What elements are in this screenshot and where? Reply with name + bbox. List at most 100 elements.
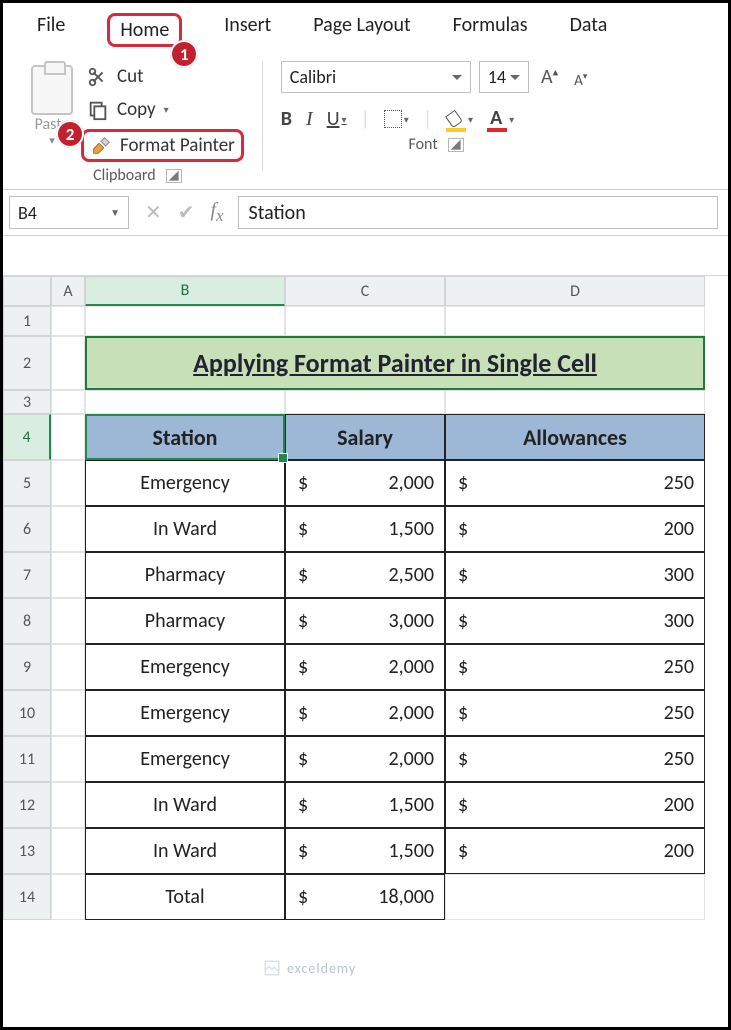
name-box[interactable]: B4▼ bbox=[9, 196, 129, 229]
cell[interactable] bbox=[51, 782, 85, 828]
row-header[interactable]: 5 bbox=[3, 460, 51, 506]
cell[interactable] bbox=[51, 336, 85, 390]
row-header[interactable]: 4 bbox=[3, 414, 51, 460]
cell-station[interactable]: In Ward bbox=[85, 828, 285, 874]
tab-file[interactable]: File bbox=[37, 13, 65, 47]
row-header[interactable]: 13 bbox=[3, 828, 51, 874]
cell-salary[interactable]: $2,000 bbox=[285, 736, 445, 782]
cell-station[interactable]: Emergency bbox=[85, 460, 285, 506]
cell-salary[interactable]: $1,500 bbox=[285, 828, 445, 874]
cell[interactable] bbox=[51, 506, 85, 552]
row-header[interactable]: 2 bbox=[3, 336, 51, 390]
cell[interactable] bbox=[51, 736, 85, 782]
tab-page-layout[interactable]: Page Layout bbox=[313, 13, 410, 47]
bold-button[interactable]: B bbox=[281, 107, 292, 131]
header-allowances[interactable]: Allowances bbox=[445, 414, 705, 460]
cell[interactable] bbox=[51, 306, 85, 336]
cell-allowances[interactable]: $300 bbox=[445, 552, 705, 598]
cell-station[interactable]: Emergency bbox=[85, 690, 285, 736]
cell[interactable] bbox=[51, 598, 85, 644]
dialog-launcher-icon[interactable]: ◢ bbox=[448, 138, 464, 152]
cell[interactable] bbox=[445, 390, 705, 414]
col-header-d[interactable]: D bbox=[445, 276, 705, 306]
cell-salary[interactable]: $2,500 bbox=[285, 552, 445, 598]
row-header[interactable]: 6 bbox=[3, 506, 51, 552]
cell[interactable] bbox=[445, 306, 705, 336]
cell[interactable] bbox=[51, 828, 85, 874]
row-header[interactable]: 9 bbox=[3, 644, 51, 690]
row-header[interactable]: 14 bbox=[3, 874, 51, 920]
row-header[interactable]: 3 bbox=[3, 390, 51, 414]
cell-salary[interactable]: $2,000 bbox=[285, 644, 445, 690]
cell[interactable] bbox=[285, 306, 445, 336]
cell-station[interactable]: Pharmacy bbox=[85, 598, 285, 644]
cell-allowances[interactable]: $200 bbox=[445, 828, 705, 874]
cell-salary[interactable]: $2,000 bbox=[285, 460, 445, 506]
row-header[interactable]: 12 bbox=[3, 782, 51, 828]
copy-button[interactable]: Copy ▾ bbox=[81, 96, 244, 123]
dialog-launcher-icon[interactable]: ◢ bbox=[166, 169, 182, 183]
fx-icon[interactable]: fx bbox=[211, 199, 224, 226]
col-header-c[interactable]: C bbox=[285, 276, 445, 306]
cell[interactable] bbox=[51, 460, 85, 506]
cell-total-label[interactable]: Total bbox=[85, 874, 285, 920]
cell-allowances[interactable]: $250 bbox=[445, 644, 705, 690]
tab-formulas[interactable]: Formulas bbox=[453, 13, 528, 47]
font-color-button[interactable]: ▾ bbox=[487, 109, 514, 129]
cell-allowances[interactable]: $200 bbox=[445, 506, 705, 552]
cut-button[interactable]: Cut bbox=[81, 63, 244, 90]
row-header[interactable]: 1 bbox=[3, 306, 51, 336]
cell[interactable] bbox=[51, 552, 85, 598]
cell[interactable] bbox=[285, 390, 445, 414]
cell-station[interactable]: Emergency bbox=[85, 644, 285, 690]
cell[interactable] bbox=[445, 874, 705, 920]
italic-button[interactable]: I bbox=[306, 108, 313, 131]
cell-station[interactable]: Emergency bbox=[85, 736, 285, 782]
cell[interactable] bbox=[51, 874, 85, 920]
font-size-select[interactable]: 14 bbox=[479, 61, 529, 93]
format-painter-button[interactable]: 2 Format Painter bbox=[81, 129, 244, 162]
header-salary[interactable]: Salary bbox=[285, 414, 445, 460]
underline-button[interactable]: U▾ bbox=[327, 107, 347, 131]
cell-station[interactable]: In Ward bbox=[85, 782, 285, 828]
col-header-a[interactable]: A bbox=[51, 276, 85, 306]
cell-salary[interactable]: $3,000 bbox=[285, 598, 445, 644]
cancel-icon[interactable]: ✕ bbox=[145, 200, 162, 225]
cell[interactable] bbox=[51, 414, 85, 460]
tab-insert[interactable]: Insert bbox=[224, 13, 271, 47]
cell[interactable] bbox=[51, 390, 85, 414]
tab-data[interactable]: Data bbox=[570, 13, 608, 47]
cell[interactable] bbox=[85, 390, 285, 414]
decrease-font-icon[interactable]: A▾ bbox=[570, 71, 591, 90]
cell-allowances[interactable]: $250 bbox=[445, 736, 705, 782]
formula-input[interactable]: Station bbox=[238, 196, 719, 229]
title-cell[interactable]: Applying Format Painter in Single Cell bbox=[85, 336, 705, 390]
increase-font-icon[interactable]: A▴ bbox=[537, 65, 562, 89]
row-header[interactable]: 10 bbox=[3, 690, 51, 736]
col-header-b[interactable]: B bbox=[85, 276, 285, 306]
cell-allowances[interactable]: $250 bbox=[445, 460, 705, 506]
cell-station[interactable]: Pharmacy bbox=[85, 552, 285, 598]
cell-allowances[interactable]: $250 bbox=[445, 690, 705, 736]
worksheet-grid[interactable]: A B C D 1 2 Applying Format Painter in S… bbox=[3, 276, 728, 460]
cell-allowances[interactable]: $200 bbox=[445, 782, 705, 828]
cell-salary[interactable]: $1,500 bbox=[285, 782, 445, 828]
border-button[interactable]: ▾ bbox=[384, 110, 409, 128]
cell-station[interactable]: In Ward bbox=[85, 506, 285, 552]
cell[interactable] bbox=[51, 690, 85, 736]
row-header[interactable]: 11 bbox=[3, 736, 51, 782]
cell[interactable] bbox=[51, 644, 85, 690]
cell-total-salary[interactable]: $18,000 bbox=[285, 874, 445, 920]
row-header[interactable]: 7 bbox=[3, 552, 51, 598]
row-header[interactable]: 8 bbox=[3, 598, 51, 644]
cell-salary[interactable]: $1,500 bbox=[285, 506, 445, 552]
cell[interactable] bbox=[85, 306, 285, 336]
cell-salary[interactable]: $2,000 bbox=[285, 690, 445, 736]
cell-allowances[interactable]: $300 bbox=[445, 598, 705, 644]
fill-color-button[interactable]: ▾ bbox=[446, 109, 473, 129]
tab-home[interactable]: Home 1 bbox=[107, 13, 182, 47]
header-station[interactable]: Station bbox=[85, 414, 285, 460]
enter-icon[interactable]: ✔ bbox=[178, 200, 195, 225]
select-all-corner[interactable] bbox=[3, 276, 51, 306]
font-name-select[interactable]: Calibri bbox=[281, 61, 471, 93]
